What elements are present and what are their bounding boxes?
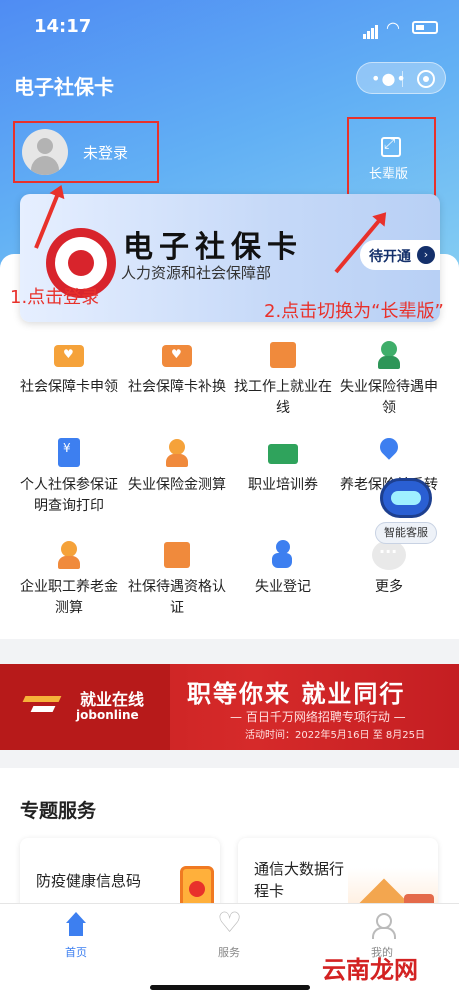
login-status: 未登录 xyxy=(83,144,129,162)
transfer-map-icon xyxy=(372,434,406,468)
battery-icon xyxy=(412,21,438,34)
customer-service-label: 智能客服 xyxy=(375,522,437,544)
home-indicator xyxy=(150,985,310,990)
tab-home[interactable]: 首页 xyxy=(36,912,116,960)
expand-icon xyxy=(381,136,401,157)
elder-mode-label: 长辈版 xyxy=(369,167,409,182)
chevron-right-icon: › xyxy=(417,246,435,264)
job-headline: 职等你来 就业同行 xyxy=(187,680,406,708)
wifi-icon: ◠ xyxy=(386,18,400,37)
calculator-person-icon xyxy=(160,438,194,468)
register-icon xyxy=(266,540,300,570)
benefit-apply-icon xyxy=(372,340,406,370)
service-item-more[interactable]: 更多 xyxy=(334,540,444,598)
certification-icon xyxy=(160,540,194,570)
service-item[interactable]: 失业登记 xyxy=(228,540,338,598)
card-title: 电子社保卡 xyxy=(123,230,303,265)
service-item[interactable]: 失业保险待遇申领 xyxy=(334,340,444,419)
service-item[interactable]: 个人社保参保证明查询打印 xyxy=(14,438,124,517)
carousel-indicator xyxy=(220,740,244,750)
card-replace-icon xyxy=(160,340,194,370)
miniapp-capsule[interactable]: •●• xyxy=(356,62,446,94)
elder-mode-button[interactable]: 长辈版 xyxy=(347,117,436,197)
service-item[interactable]: 找工作上就业在线 xyxy=(228,340,338,419)
app-title: 电子社保卡 xyxy=(14,75,114,99)
training-ticket-icon xyxy=(266,438,300,468)
robot-icon xyxy=(380,478,432,518)
service-item[interactable]: 失业保险金测算 xyxy=(122,438,232,496)
open-card-button[interactable]: 待开通 › xyxy=(360,240,440,270)
avatar xyxy=(22,129,68,175)
login-button[interactable]: 未登录 xyxy=(13,121,159,183)
card-heart-icon xyxy=(52,340,86,370)
tab-services[interactable]: 服务 xyxy=(189,906,269,960)
job-date: 活动时间：2022年5月16日 至 8月25日 xyxy=(245,730,425,741)
service-item[interactable]: 社保待遇资格认证 xyxy=(122,540,232,619)
home-icon xyxy=(62,912,90,938)
service-item[interactable]: 企业职工养老金测算 xyxy=(14,540,124,619)
job-promo-banner[interactable]: 就业在线 jobonline 职等你来 就业同行 — 百日千万网络招聘专项行动 … xyxy=(0,664,459,750)
status-time: 14:17 xyxy=(34,16,92,37)
status-bar: 14:17 ◠ xyxy=(0,0,459,56)
job-brand: 就业在线 xyxy=(80,690,145,709)
open-card-label: 待开通 xyxy=(369,249,411,265)
watermark: 云南龙网 xyxy=(322,956,418,984)
job-brand-en: jobonline xyxy=(76,708,139,722)
annotation-elder: 2.点击切换为“长辈版” xyxy=(264,301,444,322)
user-icon xyxy=(368,912,396,939)
signal-icon xyxy=(363,20,379,39)
service-item[interactable]: 社会保障卡申领 xyxy=(14,340,124,398)
close-miniapp-icon[interactable] xyxy=(417,70,435,88)
card-subtitle: 人力资源和社会保障部 xyxy=(121,264,272,282)
certificate-icon xyxy=(52,438,86,468)
service-item[interactable]: 社会保障卡补换 xyxy=(122,340,232,398)
job-search-icon xyxy=(266,340,300,370)
job-subline: — 百日千万网络招聘专项行动 — xyxy=(230,710,406,724)
elderly-icon xyxy=(52,540,86,570)
topic-title: 专题服务 xyxy=(20,800,97,822)
annotation-login: 1.点击登录 xyxy=(10,287,100,308)
jobonline-logo-icon xyxy=(24,688,60,718)
heart-icon xyxy=(215,906,243,939)
customer-service-button[interactable]: 智能客服 xyxy=(373,478,439,548)
service-item[interactable]: 职业培训券 xyxy=(228,438,338,496)
